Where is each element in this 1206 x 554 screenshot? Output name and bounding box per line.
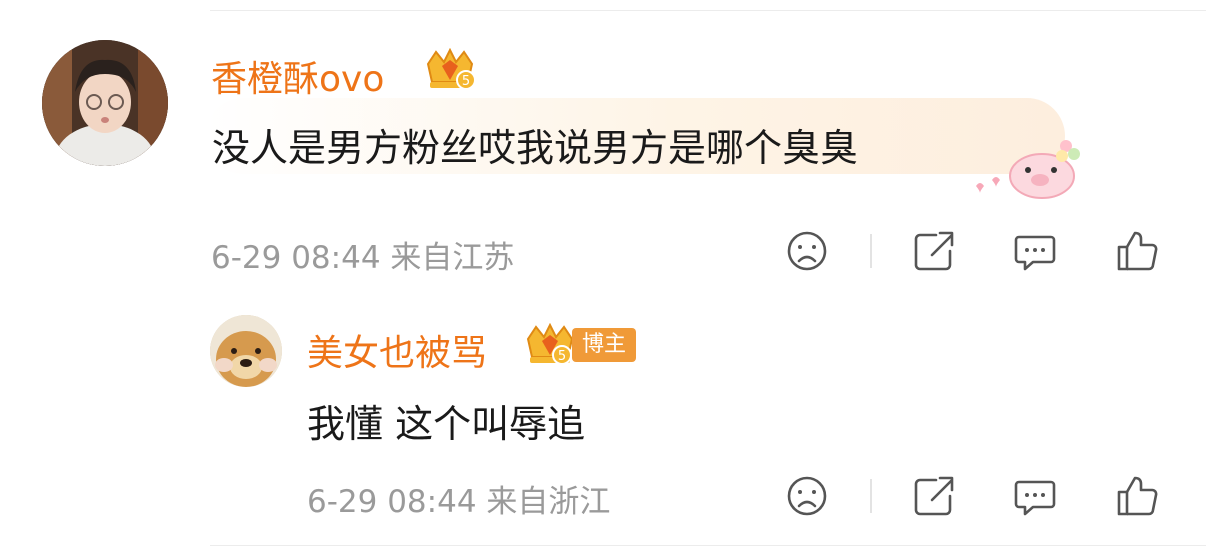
pig-sticker-icon [976,140,1080,199]
blogger-tag: 博主 [572,328,636,362]
bottom-divider [210,545,1206,546]
like-icon[interactable] [1115,229,1159,273]
comment-meta: 6-29 08:44 来自江苏 [211,240,515,276]
comment-text: 我懂 这个叫辱追 [307,402,586,446]
action-separator [870,234,872,268]
username[interactable]: 美女也被骂 [307,324,487,376]
share-icon[interactable] [912,474,956,518]
user-avatar[interactable] [42,40,168,166]
user-avatar[interactable] [210,315,282,387]
badge-level: 5 [558,349,566,364]
crown-badge-icon[interactable]: 5 [522,323,578,367]
badge-level: 5 [462,74,470,89]
share-icon[interactable] [912,229,956,273]
crown-badge-icon[interactable]: 5 [422,48,478,92]
comment-text: 没人是男方粉丝哎我说男方是哪个臭臭 [212,126,859,170]
dog-avatar-icon [210,315,282,387]
comment-icon[interactable] [1013,474,1057,518]
action-separator [870,479,872,513]
comment-meta: 6-29 08:44 来自浙江 [307,484,611,520]
username[interactable]: 香橙酥ovo [211,50,384,102]
avatar-photo-icon [42,40,168,166]
comment-icon[interactable] [1013,229,1057,273]
like-icon[interactable] [1115,474,1159,518]
dislike-icon[interactable] [785,474,829,518]
top-divider [210,10,1206,11]
dislike-icon[interactable] [785,229,829,273]
